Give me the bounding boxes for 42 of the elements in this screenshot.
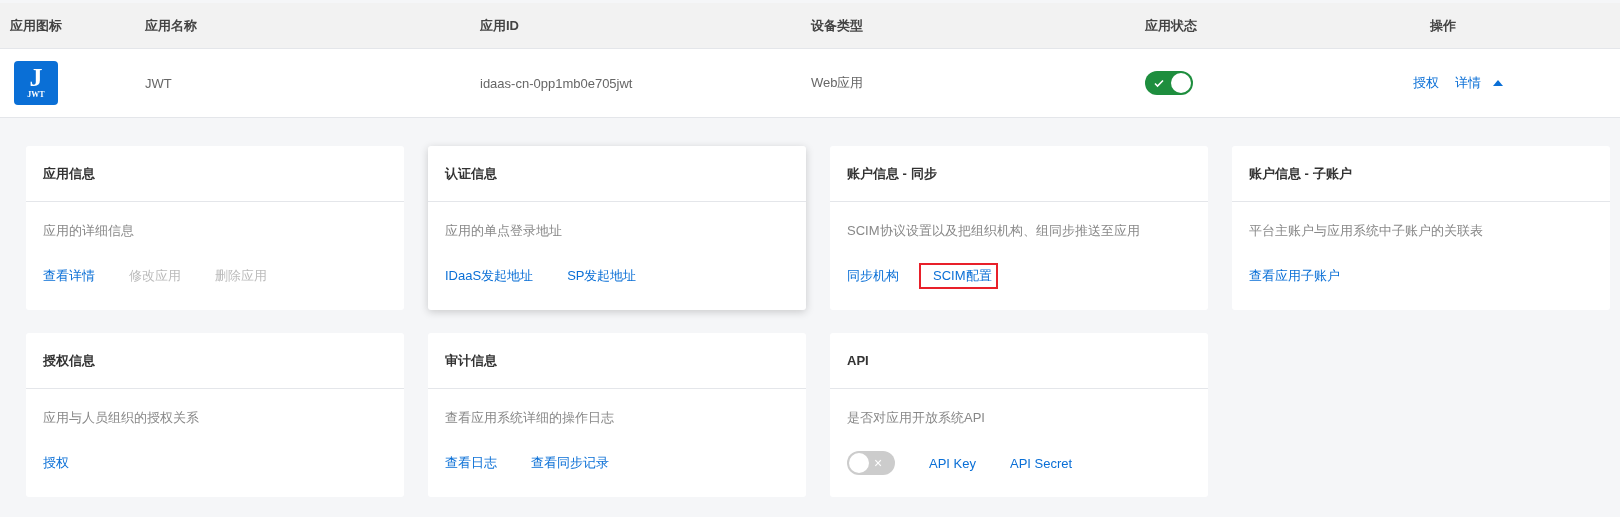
card-link[interactable]: API Key (929, 455, 976, 471)
card-link: 修改应用 (129, 267, 181, 285)
app-logo: J JWT (14, 61, 58, 105)
card-title: 账户信息 - 子账户 (1249, 164, 1352, 183)
card-link: 删除应用 (215, 267, 267, 285)
table-cell: idaas-cn-0pp1mb0e705jwt (480, 75, 633, 91)
card-link[interactable]: 查看应用子账户 (1249, 267, 1340, 285)
card-link[interactable]: 查看详情 (43, 267, 95, 285)
card-link[interactable]: 授权 (43, 454, 69, 472)
card-title: API (847, 353, 869, 368)
card-link[interactable]: SP发起地址 (567, 267, 637, 285)
card-link[interactable]: SCIM配置 (921, 265, 996, 287)
column-header: 设备类型 (810, 16, 864, 35)
caret-icon[interactable] (1493, 80, 1503, 86)
card-title: 认证信息 (445, 164, 497, 183)
card-description: 应用的详细信息 (43, 222, 135, 240)
action-link[interactable]: 授权 (1413, 74, 1439, 92)
card-description: 查看应用系统详细的操作日志 (445, 409, 615, 427)
card-link[interactable]: API Secret (1009, 455, 1073, 471)
table-cell: JWT (145, 75, 172, 91)
check-icon (1153, 77, 1165, 89)
card-link[interactable]: 查看同步记录 (531, 454, 609, 472)
card-title: 应用信息 (43, 164, 95, 183)
card-description: 应用的单点登录地址 (445, 222, 563, 240)
card-description: 是否对应用开放系统API (847, 409, 986, 427)
column-header: 应用图标 (9, 16, 63, 35)
card-link[interactable]: 同步机构 (847, 267, 899, 285)
details-link[interactable]: 详情 (1455, 74, 1481, 92)
column-header: 应用名称 (144, 16, 198, 35)
card-title: 授权信息 (43, 351, 95, 370)
table-cell: Web应用 (811, 74, 864, 92)
card-description: 应用与人员组织的授权关系 (43, 409, 200, 427)
card-description: 平台主账户与应用系统中子账户的关联表 (1249, 222, 1484, 240)
column-header: 操作 (1429, 16, 1457, 35)
column-header: 应用ID (479, 16, 520, 35)
column-header: 应用状态 (1144, 16, 1198, 35)
toggle-switch[interactable] (1145, 71, 1193, 95)
card-title: 审计信息 (445, 351, 497, 370)
card-title: 账户信息 - 同步 (847, 164, 937, 183)
card-link[interactable]: 查看日志 (445, 454, 497, 472)
card-description: SCIM协议设置以及把组织机构、组同步推送至应用 (847, 222, 1141, 240)
card-link[interactable]: IDaaS发起地址 (445, 267, 534, 285)
